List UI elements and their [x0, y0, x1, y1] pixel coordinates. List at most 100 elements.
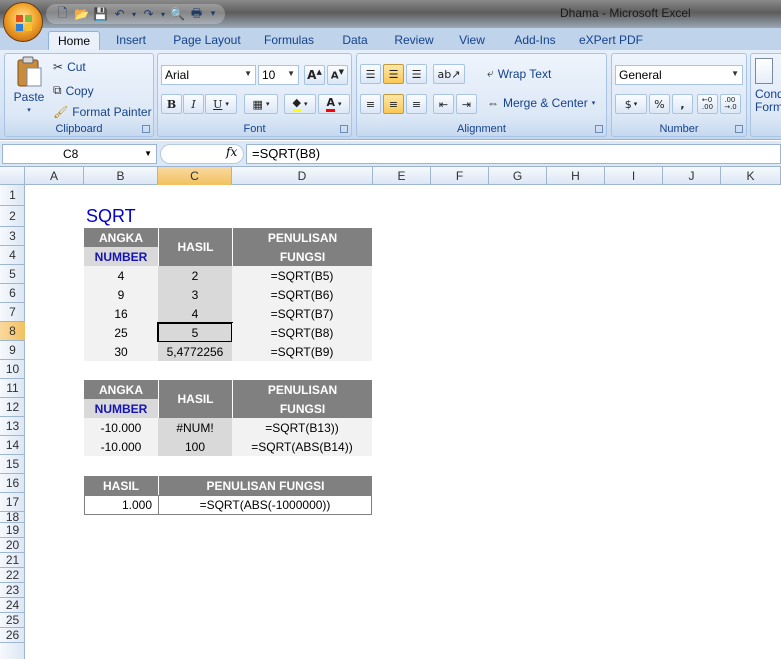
row-header-15[interactable]: 15	[0, 455, 25, 474]
align-top-button[interactable]: ☰	[360, 64, 381, 84]
t1-fungsi[interactable]: =SQRT(B8)	[232, 323, 372, 342]
decrease-decimal-button[interactable]: .00 →.0	[720, 94, 741, 114]
new-file-icon[interactable]: 🗋	[54, 6, 71, 22]
row-header-20[interactable]: 20	[0, 538, 25, 553]
insert-function-icon[interactable]: fx	[226, 145, 237, 159]
row-header-14[interactable]: 14	[0, 436, 25, 455]
accounting-format-button[interactable]: $ ▾	[615, 94, 647, 114]
tab-review[interactable]: Review	[388, 31, 440, 50]
row-header-22[interactable]: 22	[0, 568, 25, 583]
quick-print-icon[interactable]: 🖶	[188, 6, 205, 22]
align-center-button[interactable]: ≡	[383, 94, 404, 114]
t1-hasil[interactable]: 4	[158, 304, 232, 323]
column-header-i[interactable]: I	[605, 167, 663, 185]
tab-home[interactable]: Home	[48, 31, 100, 50]
t1-hasil[interactable]: 3	[158, 285, 232, 304]
column-header-k[interactable]: K	[721, 167, 781, 185]
bold-button[interactable]: B	[161, 94, 182, 114]
customize-toolbar-icon[interactable]: ▾	[207, 6, 219, 22]
t2-fungsi[interactable]: =SQRT(B13))	[232, 418, 372, 437]
row-header-21[interactable]: 21	[0, 553, 25, 568]
column-header-e[interactable]: E	[373, 167, 431, 185]
format-painter-button[interactable]: 🖌 Format Painter	[53, 105, 152, 119]
row-header-24[interactable]: 24	[0, 598, 25, 613]
row-header-9[interactable]: 9	[0, 341, 25, 360]
row-header-18[interactable]: 18	[0, 511, 25, 523]
t2-hasil[interactable]: 100	[158, 437, 232, 456]
comma-style-button[interactable]: ,	[672, 94, 693, 114]
t2-hasil[interactable]: #NUM!	[158, 418, 232, 437]
t2-angka[interactable]: -10.000	[84, 418, 158, 437]
redo-icon[interactable]: ↷	[140, 6, 157, 22]
align-left-button[interactable]: ≡	[360, 94, 381, 114]
decrease-indent-button[interactable]: ⇤	[433, 94, 454, 114]
column-header-a[interactable]: A	[25, 167, 84, 185]
alignment-launcher-icon[interactable]	[595, 125, 603, 133]
office-button[interactable]	[3, 2, 43, 42]
align-middle-button[interactable]: ☰	[383, 64, 404, 84]
t1-fungsi[interactable]: =SQRT(B7)	[232, 304, 372, 323]
t1-fungsi[interactable]: =SQRT(B6)	[232, 285, 372, 304]
conditional-formatting-button[interactable]: Cond Form	[755, 58, 781, 114]
undo-icon[interactable]: ↶	[111, 6, 128, 22]
column-header-g[interactable]: G	[489, 167, 547, 185]
t1-angka[interactable]: 25	[84, 323, 158, 342]
row-header-7[interactable]: 7	[0, 303, 25, 322]
row-header-10[interactable]: 10	[0, 360, 25, 379]
t2-fungsi[interactable]: =SQRT(ABS(B14))	[232, 437, 372, 456]
number-launcher-icon[interactable]	[735, 125, 743, 133]
undo-dropdown-icon[interactable]: ▾	[130, 6, 138, 22]
tab-formulas[interactable]: Formulas	[258, 31, 320, 50]
name-box[interactable]: C8 ▼	[2, 144, 157, 164]
copy-button[interactable]: ⧉ Copy	[53, 83, 94, 98]
t1-hasil[interactable]: 2	[158, 266, 232, 285]
paste-button[interactable]: Paste ▾	[10, 56, 48, 120]
select-all-button[interactable]	[0, 167, 25, 185]
t3-hasil[interactable]: 1.000	[84, 495, 158, 515]
column-header-b[interactable]: B	[84, 167, 158, 185]
row-header-4[interactable]: 4	[0, 246, 25, 265]
clipboard-launcher-icon[interactable]	[142, 125, 150, 133]
increase-decimal-button[interactable]: ←0.00	[697, 94, 718, 114]
print-preview-icon[interactable]: 🔍	[169, 6, 186, 22]
row-header-26[interactable]: 26	[0, 628, 25, 643]
column-header-j[interactable]: J	[663, 167, 721, 185]
font-color-button[interactable]: A ▾	[318, 94, 350, 114]
t1-fungsi[interactable]: =SQRT(B5)	[232, 266, 372, 285]
row-header-11[interactable]: 11	[0, 379, 25, 398]
font-launcher-icon[interactable]	[340, 125, 348, 133]
tab-add-ins[interactable]: Add-Ins	[508, 31, 562, 50]
row-header-12[interactable]: 12	[0, 398, 25, 417]
row-header-2[interactable]: 2	[0, 206, 25, 227]
cut-button[interactable]: ✂ Cut	[53, 60, 86, 74]
percent-style-button[interactable]: %	[649, 94, 670, 114]
italic-button[interactable]: I	[183, 94, 204, 114]
row-header-16[interactable]: 16	[0, 474, 25, 493]
merge-center-button[interactable]: ⇔ Merge & Center ▾	[487, 96, 595, 110]
row-header-6[interactable]: 6	[0, 284, 25, 303]
t1-hasil[interactable]: 5,4772256	[158, 342, 232, 361]
orientation-button[interactable]: ab↗	[433, 64, 465, 84]
t1-angka[interactable]: 30	[84, 342, 158, 361]
shrink-font-button[interactable]: A▼	[327, 65, 348, 85]
grow-font-button[interactable]: A▲	[304, 65, 325, 85]
tab-insert[interactable]: Insert	[108, 31, 154, 50]
borders-button[interactable]: ▦ ▾	[244, 94, 278, 114]
open-folder-icon[interactable]: 📂	[73, 6, 90, 22]
formula-input[interactable]: =SQRT(B8)	[246, 144, 781, 164]
font-size-combo[interactable]: 10 ▼	[258, 65, 299, 85]
t3-fungsi[interactable]: =SQRT(ABS(-1000000))	[158, 495, 372, 515]
wrap-text-button[interactable]: ⤶ Wrap Text	[487, 66, 551, 81]
underline-button[interactable]: U ▾	[205, 94, 237, 114]
t1-hasil-selected[interactable]: 5	[157, 322, 233, 343]
tab-data[interactable]: Data	[334, 31, 376, 50]
column-header-d[interactable]: D	[232, 167, 373, 185]
tab-page-layout[interactable]: Page Layout	[168, 31, 246, 50]
redo-dropdown-icon[interactable]: ▾	[159, 6, 167, 22]
column-header-h[interactable]: H	[547, 167, 605, 185]
row-header-25[interactable]: 25	[0, 613, 25, 628]
t1-angka[interactable]: 4	[84, 266, 158, 285]
t2-angka[interactable]: -10.000	[84, 437, 158, 456]
t1-angka[interactable]: 16	[84, 304, 158, 323]
row-header-23[interactable]: 23	[0, 583, 25, 598]
